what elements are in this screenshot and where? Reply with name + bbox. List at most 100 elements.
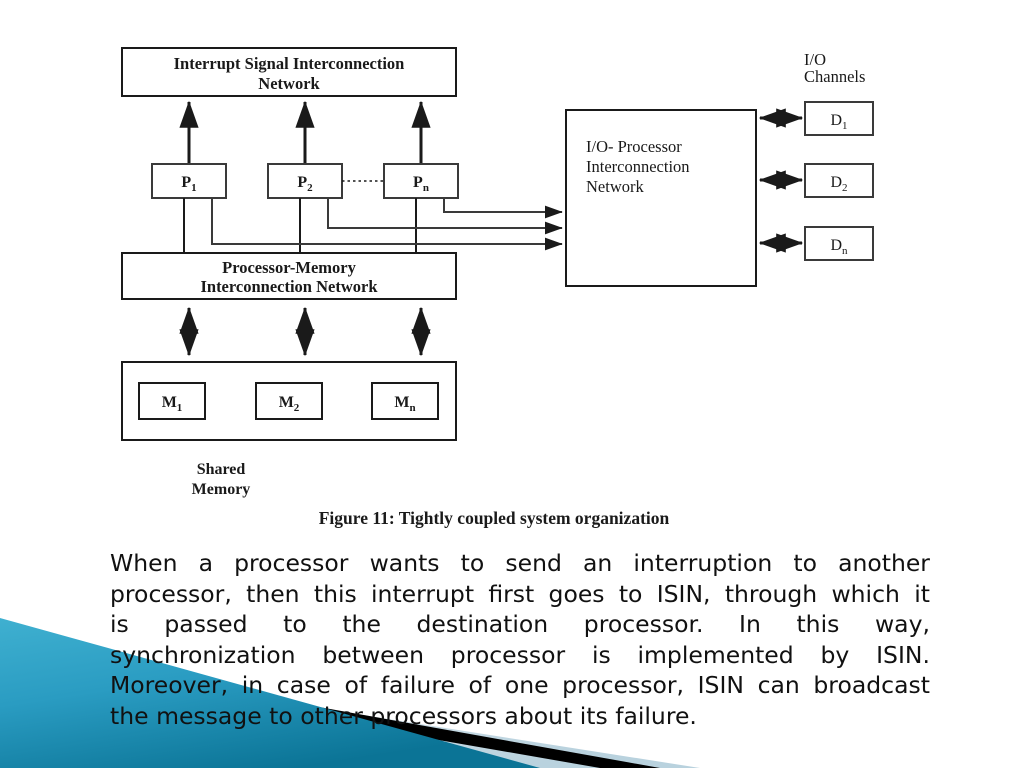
paragraph-word: processor, [110,579,232,608]
processor-to-isin-arrows [179,100,431,164]
paragraph-word: about [504,701,573,730]
paragraph-word: ISIN [697,671,744,699]
paragraph-word: then [246,579,300,608]
device-label-d1-base: D [830,112,842,129]
paragraph-word: which [831,579,900,608]
memory-label-mn-sub: n [409,402,415,414]
paragraph-word: processor. [583,610,704,638]
paragraph-word: In [739,610,761,638]
paragraph-word: broadcast [813,671,930,699]
body-paragraph: When a processor wants to send an interruption t… [110,548,930,731]
paragraph-word: through [724,579,818,608]
processor-label-p1-base: P [181,174,191,191]
pmin-label-line2: Interconnection Network [200,277,378,296]
paragraph-line: the message to other processors about it… [110,701,930,732]
processor-to-iopin-lines [211,198,563,251]
slide-canvas: Interrupt Signal Interconnection Network… [0,0,1024,768]
paragraph-line: is passed to the destination processor. In this… [110,609,930,640]
paragraph-word: the [342,610,381,638]
device-boxes: D1 D2 Dn [804,101,874,261]
device-label-d2-base: D [830,174,842,191]
paragraph-word: failure. [615,701,697,730]
device-label-dn-sub: n [842,245,848,257]
paragraph-word: to [283,610,307,638]
figure-caption: Figure 11: Tightly coupled system organi… [319,508,670,528]
memory-label-m1-base: M [162,394,177,411]
paragraph-space [572,701,579,732]
paragraph-word: to [793,549,817,577]
pmin-label-line1: Processor-Memory [222,258,357,277]
paragraph-space [149,701,156,732]
paragraph-word: the [110,701,149,730]
paragraph-line: synchronization between processor is impleme… [110,640,930,671]
processor-boxes: P1 P2 Pn [151,163,459,199]
isin-box: Interrupt Signal Interconnection Network [121,47,457,97]
shared-memory-box: M1 M2 Mn [121,361,457,441]
device-label-dn-base: D [830,237,842,254]
shared-memory-label: Shared Memory [192,461,251,498]
paragraph-word: can [757,671,800,699]
processor-label-pn-base: P [413,174,423,191]
paragraph-word: a [198,549,213,577]
paragraph-space [262,701,269,732]
shared-memory-label-line1: Shared [197,461,246,478]
paragraph-word: other [300,701,363,730]
figure-diagram: Interrupt Signal Interconnection Network… [121,47,874,528]
line-p1-iopin [211,198,563,251]
iopin-to-device-arrows [758,108,804,253]
paragraph-word: way, [874,610,930,638]
iopin-label-line2: Interconnection [586,157,690,176]
paragraph-word: case [276,671,331,699]
paragraph-word: this [313,579,357,608]
io-channels-label-line2: Channels [804,67,865,86]
paragraph-word: is [110,610,129,638]
paragraph-word: processor [234,549,349,577]
paragraph-line: When a processor wants to send an interruption t… [110,548,930,579]
paragraph-word: is [591,640,611,669]
paragraph-word: an [583,549,613,577]
paragraph-word: of [468,671,492,699]
processor-label-p2-sub: 2 [307,182,313,194]
paragraph-word: of [344,671,368,699]
paragraph-word: by [820,640,850,669]
pmin-box: Processor-Memory Interconnection Network [121,252,457,300]
processor-label-p2-base: P [297,174,307,191]
paragraph-word: processor [450,640,566,669]
paragraph-word: to [460,549,485,577]
paragraph-word: one [504,671,549,699]
pmin-to-memory-arrows [179,306,431,357]
paragraph-word: between [322,640,424,669]
memory-label-m2-base: M [279,394,294,411]
paragraph-word: When [110,549,178,577]
memory-label-m2-sub: 2 [294,402,300,414]
paragraph-word: failure [380,671,455,699]
device-label-d1-sub: 1 [842,120,848,132]
paragraph-word: to [618,579,643,608]
paragraph-word: first [488,579,535,608]
iopin-label-line1: I/O- Processor [586,137,682,156]
paragraph-word: implemented [637,640,794,669]
isin-label-line1: Interrupt Signal Interconnection [174,54,405,73]
paragraph-word: Moreover, [110,671,229,699]
paragraph-space [293,701,300,732]
processor-label-pn-sub: n [423,182,429,194]
paragraph-word: interruption [633,549,773,577]
paragraph-word: passed [164,610,248,638]
paragraph-line: processor, then this interrupt first goes to IS… [110,579,930,610]
paragraph-word: ISIN. [876,640,930,669]
iopin-label-line3: Network [586,177,644,196]
line-pn-iopin [443,198,563,219]
memory-label-mn-base: M [394,394,409,411]
shared-memory-label-line2: Memory [192,481,251,498]
paragraph-word: its [579,701,608,730]
isin-label-line2: Network [258,74,320,93]
paragraph-word: this [796,610,840,638]
iopin-box: I/O- Processor Interconnection Network [565,109,757,287]
paragraph-line: Moreover, in case of failure of one processor, I… [110,670,930,701]
processor-label-p1-sub: 1 [191,182,197,194]
paragraph-space [363,701,370,732]
io-channels-label: I/O Channels [804,50,865,86]
paragraph-word: goes [548,579,605,608]
paragraph-word: interrupt [371,579,475,608]
paragraph-word: synchronization [110,640,296,669]
